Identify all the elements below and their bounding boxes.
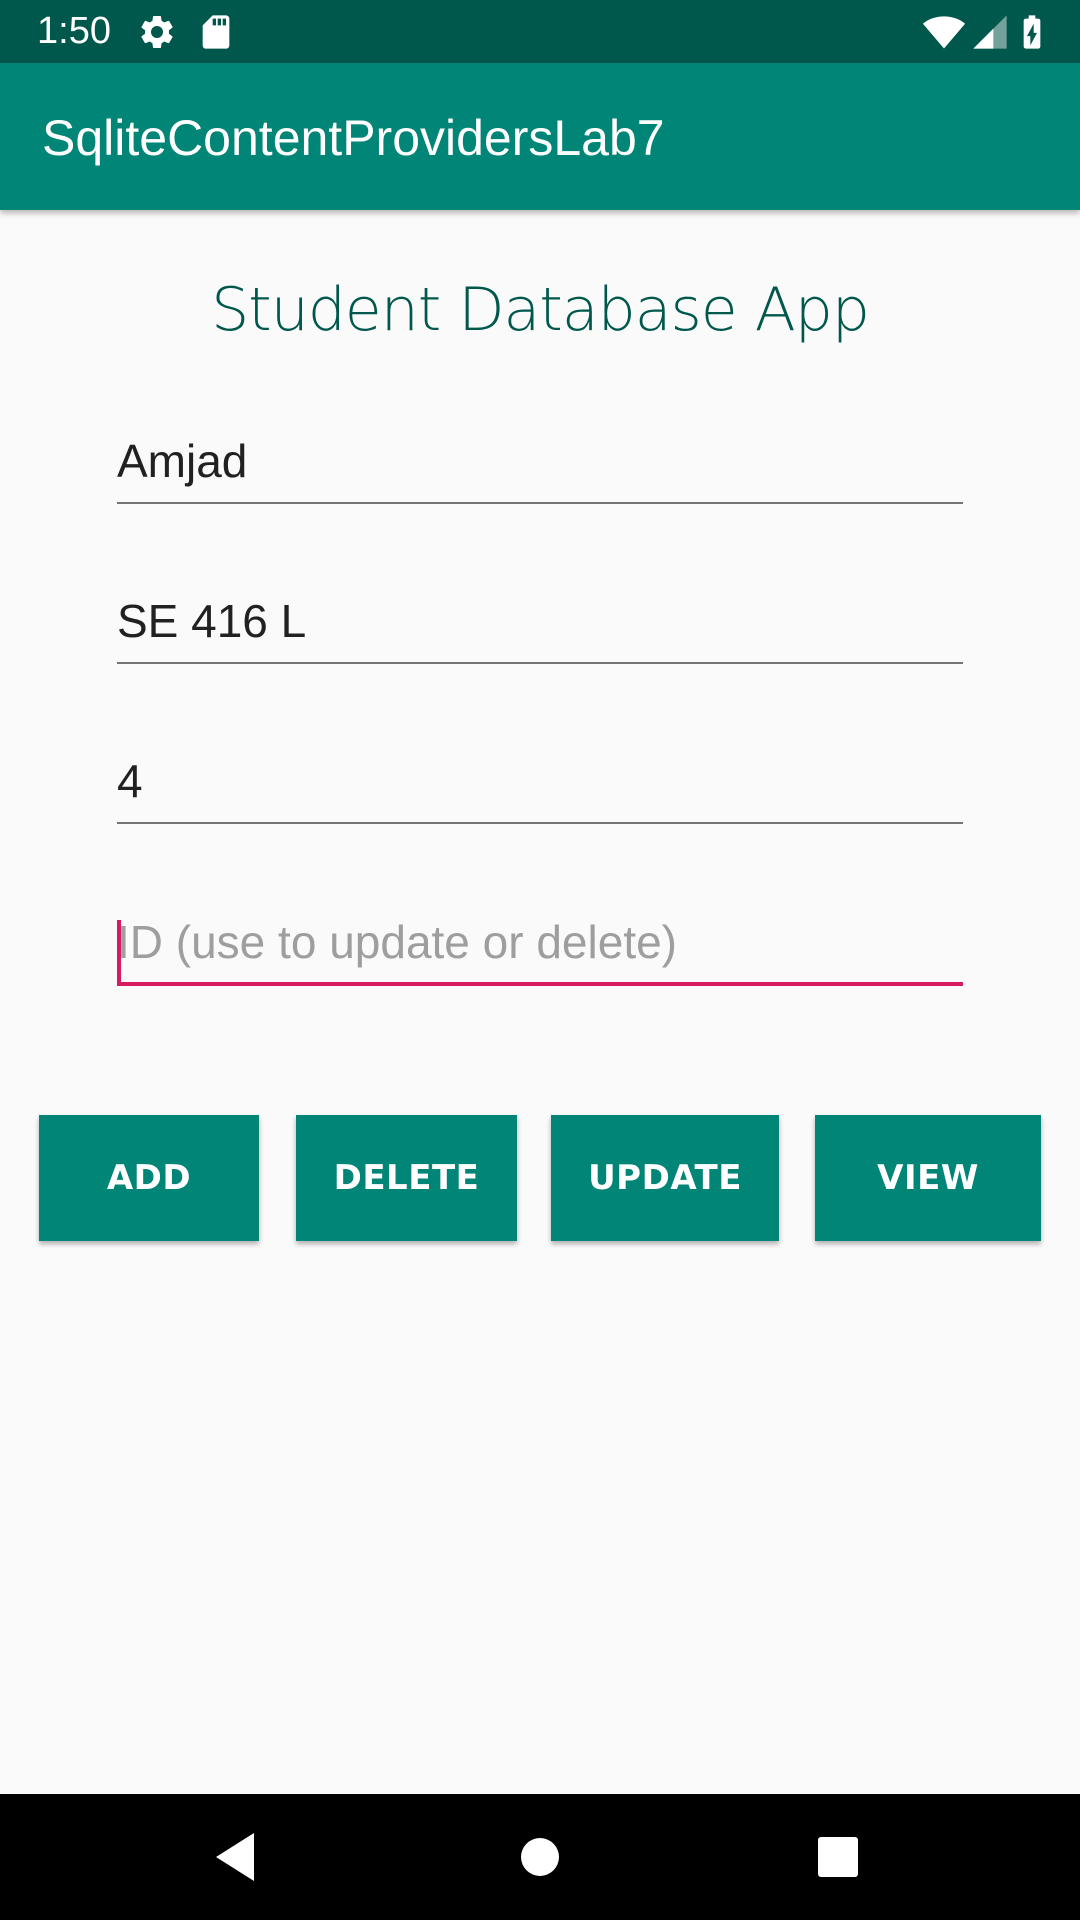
update-button[interactable]: UPDATE	[551, 1115, 779, 1241]
back-icon[interactable]	[208, 1827, 268, 1887]
name-field-container	[117, 424, 963, 504]
text-cursor	[117, 920, 121, 984]
sd-card-icon	[196, 12, 236, 52]
id-field-container	[117, 906, 963, 986]
grade-field[interactable]	[117, 744, 963, 824]
app-title: SqliteContentProvidersLab7	[42, 110, 665, 166]
delete-button[interactable]: DELETE	[296, 1115, 517, 1241]
add-button[interactable]: ADD	[39, 1115, 259, 1241]
grade-field-container	[117, 744, 963, 824]
status-bar: 1:50	[0, 0, 1080, 63]
recents-icon[interactable]	[808, 1827, 868, 1887]
wifi-icon	[922, 10, 966, 54]
app-bar: SqliteContentProvidersLab7	[0, 63, 1080, 210]
navigation-bar	[0, 1794, 1080, 1920]
course-field-container	[117, 584, 963, 664]
id-field[interactable]	[117, 906, 963, 986]
battery-charging-icon	[1012, 12, 1052, 52]
view-button[interactable]: VIEW	[815, 1115, 1041, 1241]
course-field[interactable]	[117, 584, 963, 664]
page-heading: Student Database App	[211, 275, 870, 345]
status-time: 1:50	[37, 10, 111, 52]
home-icon[interactable]	[510, 1827, 570, 1887]
signal-icon	[970, 12, 1010, 52]
settings-icon	[137, 12, 177, 52]
name-field[interactable]	[117, 424, 963, 504]
